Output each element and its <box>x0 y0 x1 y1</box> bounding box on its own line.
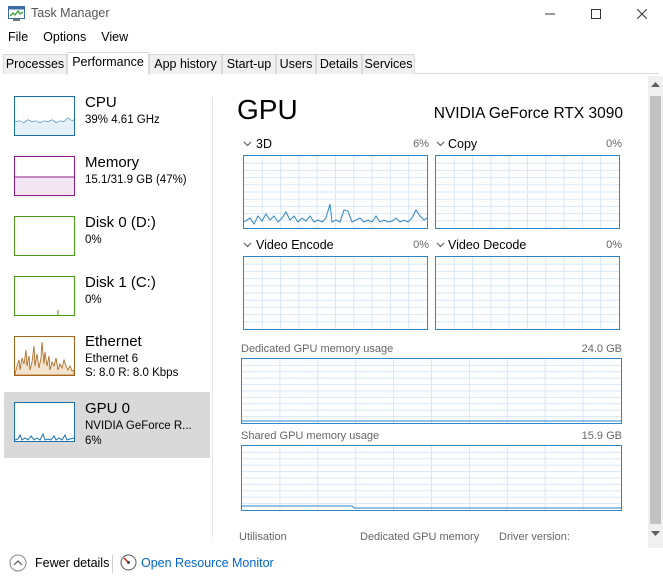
detail-title: GPU <box>237 94 298 125</box>
ethernet-throughput: S: 8.0 R: 8.0 Kbps <box>85 367 179 379</box>
resource-disk-0[interactable]: Disk 0 (D:) 0% <box>4 210 210 270</box>
engine-decode-percent: 0% <box>606 239 622 251</box>
dedicated-gpu-memory-label: Dedicated GPU memory <box>360 531 480 543</box>
pane-divider <box>212 97 213 537</box>
engine-copy-percent: 0% <box>606 138 622 150</box>
engine-encode-percent: 0% <box>413 239 429 251</box>
scroll-down-icon[interactable] <box>651 530 660 537</box>
ethernet-adapter: Ethernet 6 <box>85 353 139 365</box>
memory-thumbnail <box>14 156 75 196</box>
scrollbar[interactable] <box>648 76 663 548</box>
tab-users[interactable]: Users <box>276 54 316 74</box>
engine-3d-graph <box>243 155 428 229</box>
resource-memory[interactable]: Memory 15.1/31.9 GB (47%) <box>4 150 210 210</box>
memory-stats: 15.1/31.9 GB (47%) <box>85 174 187 186</box>
resource-monitor-icon <box>120 554 137 571</box>
shared-memory-max: 15.9 GB <box>581 430 622 442</box>
engine-decode-graph <box>435 256 620 330</box>
resource-ethernet[interactable]: Ethernet Ethernet 6 S: 8.0 R: 8.0 Kbps <box>4 330 210 390</box>
maximize-icon <box>591 9 601 19</box>
tab-app-history[interactable]: App history <box>149 54 222 74</box>
engine-decode-label: Video Decode <box>448 238 527 252</box>
dedicated-memory-max: 24.0 GB <box>581 343 622 355</box>
ethernet-thumbnail <box>14 336 75 376</box>
menu-options[interactable]: Options <box>43 30 86 48</box>
footer: Fewer details Open Resource Monitor <box>0 548 663 587</box>
close-icon <box>637 9 647 19</box>
engine-copy-chart <box>436 156 619 228</box>
cpu-label: CPU <box>85 94 117 111</box>
shared-memory-label: Shared GPU memory usage <box>241 430 380 442</box>
window-title: Task Manager <box>31 6 110 20</box>
tab-startup[interactable]: Start-up <box>222 54 276 74</box>
engine-encode-graph <box>243 256 428 330</box>
tab-performance[interactable]: Performance <box>67 52 149 75</box>
shared-memory-chart <box>242 446 621 510</box>
disk1-stats: 0% <box>85 294 102 306</box>
gpu0-usage: 6% <box>85 435 102 447</box>
maximize-button[interactable] <box>573 0 619 28</box>
shared-memory-graph <box>241 445 622 511</box>
tab-processes[interactable]: Processes <box>3 54 67 74</box>
minimize-button[interactable] <box>527 0 573 28</box>
resource-gpu-0[interactable]: GPU 0 NVIDIA GeForce R... 6% <box>4 392 210 458</box>
resource-list: CPU 39% 4.61 GHz Memory 15.1/31.9 GB (47… <box>4 90 210 550</box>
menu-file[interactable]: File <box>8 30 28 48</box>
chevron-down-icon[interactable] <box>243 139 252 148</box>
chevron-down-icon[interactable] <box>436 139 445 148</box>
close-button[interactable] <box>619 0 663 28</box>
fewer-details-button[interactable]: Fewer details <box>35 556 109 570</box>
chevron-up-circle-icon[interactable] <box>9 554 27 572</box>
engine-3d-percent: 6% <box>413 138 429 150</box>
engine-copy-graph <box>435 155 620 229</box>
dedicated-memory-label: Dedicated GPU memory usage <box>241 343 394 355</box>
task-manager-icon <box>8 6 25 21</box>
chevron-down-icon[interactable] <box>436 240 445 249</box>
tab-services[interactable]: Services <box>362 54 415 74</box>
chevron-down-icon[interactable] <box>243 240 252 249</box>
scroll-thumb[interactable] <box>650 96 661 524</box>
tab-bar: Processes Performance App history Start-… <box>3 52 659 75</box>
memory-label: Memory <box>85 154 140 171</box>
dedicated-memory-chart <box>242 359 621 423</box>
utilisation-label: Utilisation <box>239 531 287 543</box>
cpu-stats: 39% 4.61 GHz <box>85 114 160 126</box>
gpu0-model: NVIDIA GeForce R... <box>85 420 192 432</box>
menu-view[interactable]: View <box>101 30 128 48</box>
resource-disk-1[interactable]: Disk 1 (C:) 0% <box>4 270 210 330</box>
gpu-thumbnail <box>14 402 75 442</box>
footer-divider <box>112 555 113 573</box>
minimize-icon <box>545 13 555 15</box>
scroll-up-icon[interactable] <box>651 81 660 88</box>
dedicated-memory-graph <box>241 358 622 424</box>
engine-copy-label: Copy <box>448 137 478 151</box>
open-resource-monitor-link[interactable]: Open Resource Monitor <box>141 556 274 570</box>
title-bar: Task Manager <box>0 0 663 28</box>
menu-bar: File Options View <box>0 30 135 48</box>
gpu0-label: GPU 0 <box>85 400 131 417</box>
resource-cpu[interactable]: CPU 39% 4.61 GHz <box>4 90 210 150</box>
engine-3d-label: 3D <box>256 137 272 151</box>
disk1-label: Disk 1 (C:) <box>85 274 156 291</box>
disk0-stats: 0% <box>85 234 102 246</box>
ethernet-label: Ethernet <box>85 333 142 350</box>
engine-3d-chart <box>244 156 427 228</box>
disk0-label: Disk 0 (D:) <box>85 214 156 231</box>
disk1-thumbnail <box>14 276 75 316</box>
engine-encode-label: Video Encode <box>256 238 334 252</box>
gpu-model-name: NVIDIA GeForce RTX 3090 <box>433 105 623 122</box>
tab-details[interactable]: Details <box>316 54 362 74</box>
driver-version-label: Driver version: <box>499 531 570 543</box>
engine-decode-chart <box>436 257 619 329</box>
cpu-thumbnail <box>14 96 75 136</box>
disk0-thumbnail <box>14 216 75 256</box>
engine-encode-chart <box>244 257 427 329</box>
